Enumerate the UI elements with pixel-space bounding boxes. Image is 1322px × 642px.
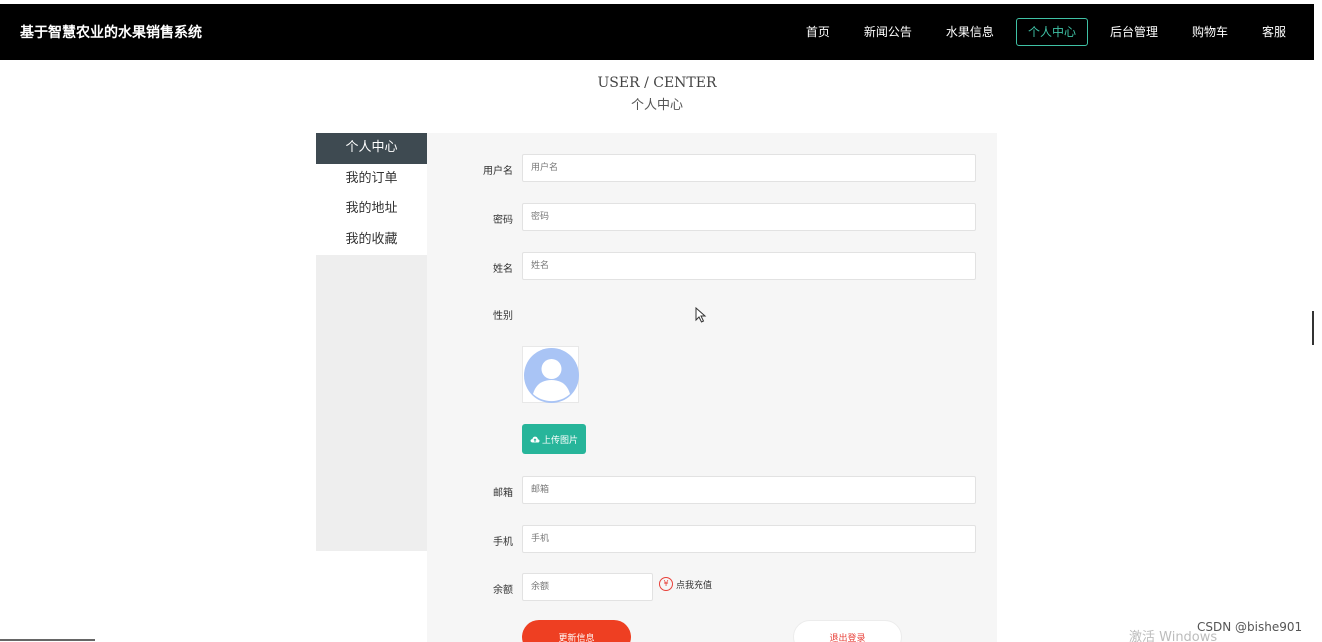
username-input[interactable] xyxy=(522,154,976,182)
nav-user-center[interactable]: 个人中心 xyxy=(1015,18,1088,46)
section-title-en: USER / CENTER xyxy=(597,75,717,91)
bottom-divider xyxy=(0,639,95,641)
balance-input[interactable] xyxy=(522,573,653,601)
username-label: 用户名 xyxy=(483,166,513,177)
section-title-cn: 个人中心 xyxy=(630,98,683,113)
password-input[interactable] xyxy=(522,203,976,231)
logout-button[interactable]: 退出登录 xyxy=(793,620,902,642)
profile-form: 用户名 密码 姓名 性别 上传图片 邮箱 手机 余额 xyxy=(427,133,997,642)
nav-home[interactable]: 首页 xyxy=(794,18,842,46)
user-sidebar: 个人中心 我的订单 我的地址 我的收藏 xyxy=(316,133,427,551)
nav-cart[interactable]: 购物车 xyxy=(1180,18,1240,46)
upload-image-button[interactable]: 上传图片 xyxy=(522,424,586,454)
upload-image-label: 上传图片 xyxy=(541,434,578,445)
csdn-watermark: CSDN @bishe901 xyxy=(1197,620,1303,634)
top-navbar: 基于智慧农业的水果销售系统 首页 新闻公告 水果信息 个人中心 后台管理 购物车… xyxy=(0,4,1314,60)
mouse-cursor-icon xyxy=(695,307,707,323)
recharge-link[interactable]: ¥ 点我充值 xyxy=(659,577,712,591)
avatar-placeholder-icon xyxy=(524,348,579,403)
nav-admin[interactable]: 后台管理 xyxy=(1098,18,1170,46)
yen-icon: ¥ xyxy=(659,577,673,591)
email-input[interactable] xyxy=(522,476,976,504)
sidebar-item-address[interactable]: 我的地址 xyxy=(316,194,427,225)
balance-label: 余额 xyxy=(493,585,513,596)
update-info-button[interactable]: 更新信息 xyxy=(522,620,631,642)
nav-service[interactable]: 客服 xyxy=(1250,18,1298,46)
scroll-indicator xyxy=(1312,311,1314,345)
sidebar-item-favorites[interactable]: 我的收藏 xyxy=(316,224,427,255)
sidebar-item-profile[interactable]: 个人中心 xyxy=(316,133,427,164)
name-label: 姓名 xyxy=(493,264,513,275)
sidebar-item-orders[interactable]: 我的订单 xyxy=(316,163,427,194)
password-label: 密码 xyxy=(493,215,513,226)
name-input[interactable] xyxy=(522,252,976,280)
gender-label: 性别 xyxy=(493,311,513,322)
main-nav: 首页 新闻公告 水果信息 个人中心 后台管理 购物车 客服 xyxy=(784,18,1298,46)
avatar xyxy=(522,346,579,403)
phone-label: 手机 xyxy=(493,537,513,548)
cloud-upload-icon xyxy=(530,436,540,443)
nav-news[interactable]: 新闻公告 xyxy=(852,18,924,46)
site-title: 基于智慧农业的水果销售系统 xyxy=(20,25,202,41)
recharge-label: 点我充值 xyxy=(676,580,713,591)
nav-fruit-info[interactable]: 水果信息 xyxy=(934,18,1006,46)
page: 基于智慧农业的水果销售系统 首页 新闻公告 水果信息 个人中心 后台管理 购物车… xyxy=(0,0,1322,642)
email-label: 邮箱 xyxy=(493,488,513,499)
phone-input[interactable] xyxy=(522,525,976,553)
